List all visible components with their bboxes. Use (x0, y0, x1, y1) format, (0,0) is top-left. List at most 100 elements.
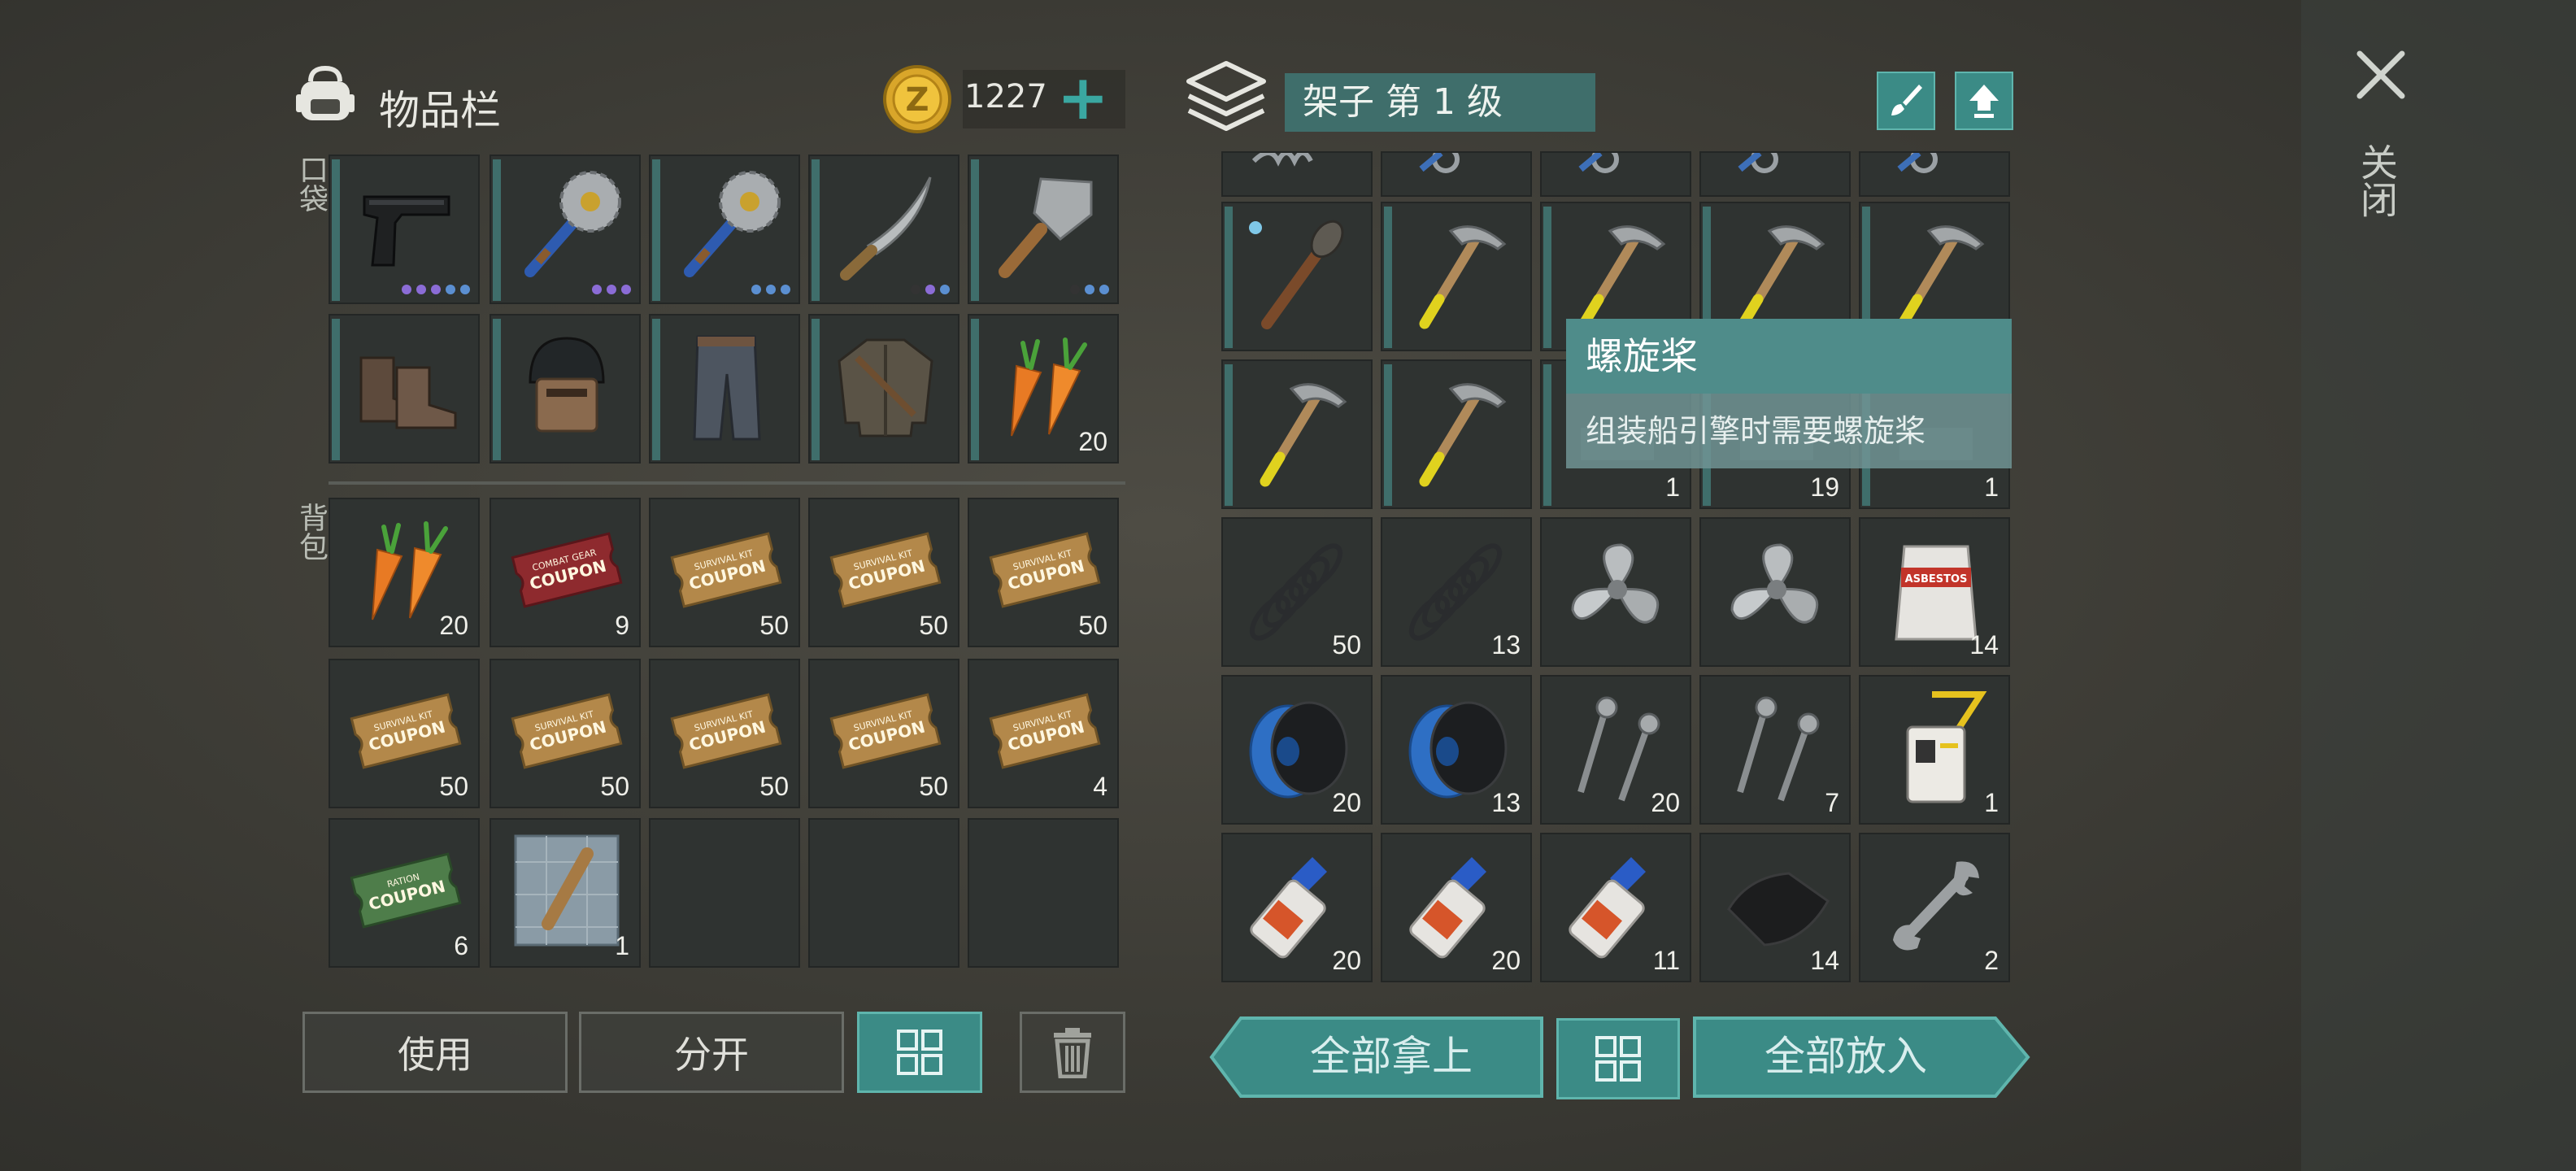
empty-slot[interactable] (968, 818, 1119, 968)
quality-dot (402, 285, 411, 294)
item-slot-asbestos[interactable]: ASBESTOS 14 (1859, 517, 2010, 667)
quality-dots (1070, 285, 1109, 294)
item-slot-spring-top[interactable] (1221, 151, 1373, 197)
item-slot-helmet[interactable] (490, 314, 641, 464)
coin-count: 1227 (964, 78, 1047, 115)
item-slot-id-badge[interactable]: 1 (1859, 675, 2010, 825)
backpack-label: 背包 (294, 503, 328, 561)
propeller-icon (1571, 543, 1660, 624)
hammer-icon (1738, 225, 1825, 329)
item-slot-screws[interactable]: 20 (1540, 675, 1691, 825)
item-slot-tool-top[interactable] (1540, 151, 1691, 197)
quality-dot (1099, 285, 1109, 294)
item-count: 20 (1651, 788, 1680, 817)
item-slot-carrots[interactable]: 20 (329, 498, 480, 647)
item-count: 14 (1969, 630, 1999, 660)
item-slot-glue[interactable]: 11 (1540, 833, 1691, 982)
spring-icon (1251, 153, 1313, 167)
item-count: 7 (1825, 788, 1839, 817)
trash-button[interactable] (1020, 1012, 1125, 1093)
item-slot-propeller[interactable] (1540, 517, 1691, 667)
item-slot-tool-top[interactable] (1699, 151, 1851, 197)
item-slot-survival-coupon[interactable]: SURVIVAL KIT COUPON 50 (329, 659, 480, 808)
item-slot-glue[interactable]: 20 (1381, 833, 1532, 982)
item-slot-blueprint[interactable]: 1 (490, 818, 641, 968)
item-slot-combat-coupon[interactable]: COMBAT GEAR COUPON 9 (490, 498, 641, 647)
item-slot-survival-coupon[interactable]: SURVIVAL KIT COUPON 50 (968, 498, 1119, 647)
item-slot-hammer[interactable] (1221, 359, 1373, 509)
item-slot-propeller[interactable] (1699, 517, 1851, 667)
item-slot-cloth[interactable]: 14 (1699, 833, 1851, 982)
item-slot-saw-mace[interactable] (649, 155, 800, 304)
item-count: 19 (1810, 472, 1839, 502)
close-icon[interactable] (2352, 46, 2410, 104)
item-slot-screws[interactable]: 7 (1699, 675, 1851, 825)
torch-icon (1249, 220, 1344, 329)
item-slot-survival-coupon[interactable]: SURVIVAL KIT COUPON 50 (649, 659, 800, 808)
sort-inventory-button[interactable] (857, 1012, 982, 1093)
tool-icon (1419, 153, 1460, 173)
item-count: 13 (1491, 630, 1521, 660)
quality-dot (1070, 285, 1080, 294)
quality-dot (1085, 285, 1094, 294)
grid-sort-icon (1595, 1036, 1641, 1082)
close-label[interactable]: 关闭 (2355, 143, 2404, 218)
tool-icon (1897, 153, 1938, 173)
saw-mace-icon (684, 171, 781, 277)
add-coins-button[interactable]: + (1057, 65, 1109, 130)
use-button[interactable]: 使用 (302, 1012, 568, 1093)
item-slot-boots[interactable] (329, 314, 480, 464)
item-slot-survival-coupon[interactable]: SURVIVAL KIT COUPON 50 (649, 498, 800, 647)
item-count: 13 (1491, 788, 1521, 817)
put-all-label: 全部放入 (1764, 1033, 1927, 1080)
item-slot-cleaver[interactable] (968, 155, 1119, 304)
item-slot-saw-mace[interactable] (490, 155, 641, 304)
item-slot-survival-coupon[interactable]: SURVIVAL KIT COUPON 50 (490, 659, 641, 808)
item-slot-spring[interactable]: 50 (1221, 517, 1373, 667)
item-count: 20 (1491, 946, 1521, 975)
item-slot-wrench[interactable]: 2 (1859, 833, 2010, 982)
item-count: 4 (1093, 772, 1107, 801)
item-slot-survival-coupon[interactable]: SURVIVAL KIT COUPON 50 (808, 498, 959, 647)
item-slot-pistol[interactable] (329, 155, 480, 304)
empty-slot[interactable] (808, 818, 959, 968)
item-count: 1 (615, 931, 629, 960)
split-button[interactable]: 分开 (579, 1012, 844, 1093)
put-all-button[interactable]: 全部放入 (1691, 1015, 2031, 1099)
item-slot-tool-top[interactable] (1381, 151, 1532, 197)
tooltip-description: 组装船引擎时需要螺旋桨 (1566, 394, 2012, 468)
sort-shelf-button[interactable] (1556, 1018, 1680, 1099)
quality-dot (940, 285, 950, 294)
item-slot-survival-coupon[interactable]: SURVIVAL KIT COUPON 50 (808, 659, 959, 808)
item-slot-wire-spool[interactable]: 13 (1381, 675, 1532, 825)
quality-dots (402, 285, 470, 294)
item-slot-spring[interactable]: 13 (1381, 517, 1532, 667)
paint-button[interactable] (1877, 72, 1935, 130)
pants-icon (693, 335, 761, 441)
item-slot-torch[interactable] (1221, 202, 1373, 351)
item-slot-jacket[interactable] (808, 314, 959, 464)
item-slot-machete[interactable] (808, 155, 959, 304)
item-count: 50 (439, 772, 468, 801)
wrench-icon (1893, 861, 1979, 951)
item-slot-hammer[interactable] (1381, 202, 1532, 351)
take-all-button[interactable]: 全部拿上 (1208, 1015, 1545, 1099)
grid-sort-icon (897, 1030, 942, 1075)
item-slot-wire-spool[interactable]: 20 (1221, 675, 1373, 825)
item-slot-survival-coupon[interactable]: SURVIVAL KIT COUPON 4 (968, 659, 1119, 808)
upgrade-button[interactable] (1955, 72, 2013, 130)
item-count: 50 (919, 772, 948, 801)
item-count: 20 (439, 611, 468, 640)
pistol-icon (363, 195, 450, 267)
empty-slot[interactable] (649, 818, 800, 968)
item-slot-pants[interactable] (649, 314, 800, 464)
item-slot-hammer[interactable] (1381, 359, 1532, 509)
item-slot-carrots[interactable]: 20 (968, 314, 1119, 464)
item-slot-glue[interactable]: 20 (1221, 833, 1373, 982)
item-slot-tool-top[interactable] (1859, 151, 2010, 197)
item-count: 9 (615, 611, 629, 640)
quality-dot (781, 285, 790, 294)
screws-icon (1737, 696, 1820, 802)
take-all-label: 全部拿上 (1310, 1033, 1473, 1080)
item-slot-ration-coupon[interactable]: RATION COUPON 6 (329, 818, 480, 968)
